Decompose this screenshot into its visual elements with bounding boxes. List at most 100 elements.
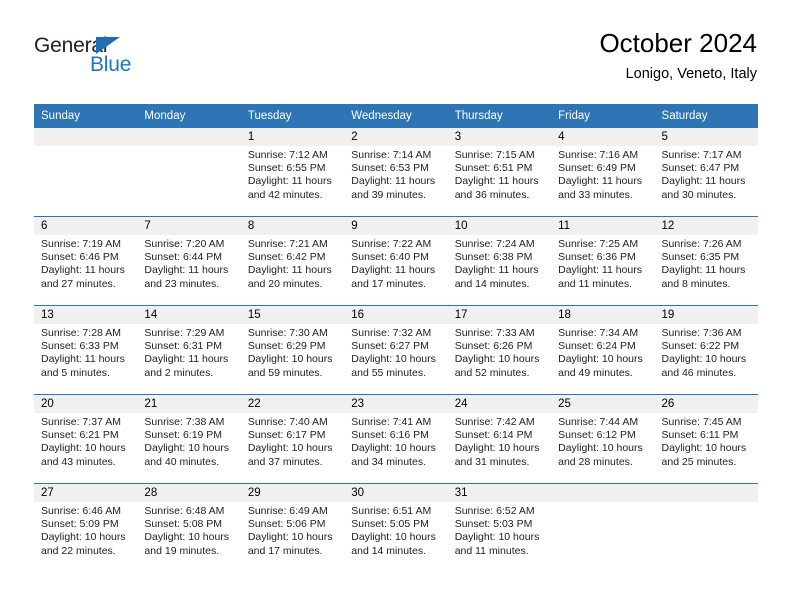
day-details: Sunrise: 6:48 AM Sunset: 5:08 PM Daylight:…	[137, 502, 240, 558]
day-cell[interactable]: 31 Sunrise: 6:52 AM Sunset: 5:03 PM Dayligh…	[447, 484, 552, 572]
day-details: Sunrise: 7:30 AM Sunset: 6:29 PM Daylight:…	[241, 324, 344, 380]
calendar-cell: 8 Sunrise: 7:21 AM Sunset: 6:42 PM Daylight…	[240, 216, 345, 306]
day-number: 18	[551, 306, 655, 324]
sunset-text: Sunset: 6:42 PM	[247, 251, 326, 264]
day-number: 12	[654, 217, 758, 235]
calendar-week-row: 6 Sunrise: 7:19 AM Sunset: 6:46 PM Daylight…	[34, 216, 758, 306]
calendar-week-row: 20 Sunrise: 7:37 AM Sunset: 6:21 PM Dayligh…	[34, 394, 758, 484]
daylight-text: Daylight: 11 hours and 27 minutes.	[41, 264, 125, 290]
sunrise-text: Sunrise: 6:52 AM	[454, 505, 535, 517]
day-cell[interactable]: 4 Sunrise: 7:16 AM Sunset: 6:49 PM Daylight…	[551, 128, 655, 216]
day-cell-empty	[654, 484, 758, 572]
day-cell[interactable]: 9 Sunrise: 7:22 AM Sunset: 6:40 PM Daylight…	[344, 217, 448, 305]
day-number: 11	[551, 217, 655, 235]
daylight-text: Daylight: 11 hours and 33 minutes.	[558, 175, 642, 201]
day-cell[interactable]: 27 Sunrise: 6:46 AM Sunset: 5:09 PM Dayligh…	[34, 484, 138, 572]
day-details: Sunrise: 7:45 AM Sunset: 6:11 PM Daylight:…	[655, 413, 758, 469]
page-title: October 2024	[599, 28, 757, 58]
day-cell[interactable]: 20 Sunrise: 7:37 AM Sunset: 6:21 PM Dayligh…	[34, 395, 138, 483]
daylight-text: Daylight: 10 hours and 31 minutes.	[454, 442, 540, 468]
day-cell[interactable]: 8 Sunrise: 7:21 AM Sunset: 6:42 PM Daylight…	[240, 217, 345, 305]
day-cell[interactable]: 17 Sunrise: 7:33 AM Sunset: 6:26 PM Dayligh…	[447, 306, 552, 394]
sunset-text: Sunset: 6:11 PM	[661, 429, 739, 442]
daylight-text: Daylight: 11 hours and 17 minutes.	[351, 264, 436, 290]
calendar-cell: 22 Sunrise: 7:40 AM Sunset: 6:17 PM Dayligh…	[240, 394, 345, 484]
day-number: 4	[551, 128, 655, 146]
day-details: Sunrise: 7:44 AM Sunset: 6:12 PM Daylight:…	[551, 413, 654, 469]
day-cell[interactable]: 21 Sunrise: 7:38 AM Sunset: 6:19 PM Dayligh…	[137, 395, 241, 483]
sunrise-text: Sunrise: 7:24 AM	[454, 238, 535, 250]
day-cell[interactable]: 18 Sunrise: 7:34 AM Sunset: 6:24 PM Dayligh…	[551, 306, 655, 394]
day-number: 23	[344, 395, 448, 413]
day-cell[interactable]: 12 Sunrise: 7:26 AM Sunset: 6:35 PM Dayligh…	[654, 217, 758, 305]
calendar-cell: 11 Sunrise: 7:25 AM Sunset: 6:36 PM Dayligh…	[551, 216, 655, 306]
sunset-text: Sunset: 6:44 PM	[144, 251, 223, 264]
day-details: Sunrise: 7:12 AM Sunset: 6:55 PM Daylight:…	[241, 146, 344, 202]
calendar-cell: 2 Sunrise: 7:14 AM Sunset: 6:53 PM Daylight…	[344, 128, 448, 217]
title-block: October 2024 Lonigo, Veneto, Italy	[599, 28, 757, 84]
day-cell[interactable]: 14 Sunrise: 7:29 AM Sunset: 6:31 PM Dayligh…	[137, 306, 241, 394]
day-cell[interactable]: 7 Sunrise: 7:20 AM Sunset: 6:44 PM Daylight…	[137, 217, 241, 305]
day-cell[interactable]: 28 Sunrise: 6:48 AM Sunset: 5:08 PM Dayligh…	[137, 484, 241, 572]
day-cell[interactable]: 5 Sunrise: 7:17 AM Sunset: 6:47 PM Daylight…	[654, 128, 758, 216]
calendar-cell	[551, 483, 655, 572]
sunrise-text: Sunrise: 6:46 AM	[41, 505, 121, 517]
day-number: 5	[654, 128, 758, 146]
sunset-text: Sunset: 6:19 PM	[144, 429, 223, 442]
day-cell[interactable]: 26 Sunrise: 7:45 AM Sunset: 6:11 PM Dayligh…	[654, 395, 758, 483]
day-cell[interactable]: 1 Sunrise: 7:12 AM Sunset: 6:55 PM Daylight…	[240, 128, 345, 216]
day-details: Sunrise: 7:40 AM Sunset: 6:17 PM Daylight:…	[241, 413, 344, 469]
sunset-text: Sunset: 6:16 PM	[351, 429, 429, 442]
day-cell[interactable]: 24 Sunrise: 7:42 AM Sunset: 6:14 PM Dayligh…	[447, 395, 552, 483]
calendar-cell	[654, 483, 758, 572]
day-cell[interactable]: 23 Sunrise: 7:41 AM Sunset: 6:16 PM Dayligh…	[344, 395, 448, 483]
day-details: Sunrise: 7:42 AM Sunset: 6:14 PM Daylight:…	[448, 413, 551, 469]
day-cell[interactable]: 10 Sunrise: 7:24 AM Sunset: 6:38 PM Dayligh…	[447, 217, 552, 305]
day-number: 19	[654, 306, 758, 324]
calendar-cell: 17 Sunrise: 7:33 AM Sunset: 6:26 PM Dayligh…	[447, 305, 552, 395]
day-cell[interactable]: 25 Sunrise: 7:44 AM Sunset: 6:12 PM Dayligh…	[551, 395, 655, 483]
general-blue-logo[interactable]: General Blue	[34, 35, 194, 85]
day-cell[interactable]: 11 Sunrise: 7:25 AM Sunset: 6:36 PM Dayligh…	[551, 217, 655, 305]
sunset-text: Sunset: 6:26 PM	[454, 340, 533, 353]
day-cell[interactable]: 29 Sunrise: 6:49 AM Sunset: 5:06 PM Dayligh…	[240, 484, 345, 572]
day-header-thursday: Thursday	[447, 104, 552, 128]
day-details: Sunrise: 7:36 AM Sunset: 6:22 PM Daylight:…	[655, 324, 758, 380]
day-header-saturday: Saturday	[654, 104, 758, 128]
day-cell[interactable]: 13 Sunrise: 7:28 AM Sunset: 6:33 PM Dayligh…	[34, 306, 138, 394]
day-cell[interactable]: 19 Sunrise: 7:36 AM Sunset: 6:22 PM Dayligh…	[654, 306, 758, 394]
day-cell[interactable]: 3 Sunrise: 7:15 AM Sunset: 6:51 PM Daylight…	[447, 128, 552, 216]
calendar-cell: 9 Sunrise: 7:22 AM Sunset: 6:40 PM Daylight…	[344, 216, 448, 306]
sunset-text: Sunset: 6:47 PM	[661, 162, 740, 175]
calendar-cell: 21 Sunrise: 7:38 AM Sunset: 6:19 PM Dayligh…	[137, 394, 241, 484]
sunset-text: Sunset: 6:29 PM	[247, 340, 326, 353]
calendar-cell: 13 Sunrise: 7:28 AM Sunset: 6:33 PM Dayligh…	[34, 305, 138, 395]
daylight-text: Daylight: 11 hours and 36 minutes.	[454, 175, 539, 201]
calendar-cell: 16 Sunrise: 7:32 AM Sunset: 6:27 PM Dayligh…	[344, 305, 448, 395]
sunrise-text: Sunrise: 7:12 AM	[247, 149, 328, 161]
day-number: 30	[344, 484, 448, 502]
day-details: Sunrise: 6:51 AM Sunset: 5:05 PM Daylight:…	[344, 502, 447, 558]
calendar-cell: 25 Sunrise: 7:44 AM Sunset: 6:12 PM Dayligh…	[551, 394, 655, 484]
day-cell[interactable]: 6 Sunrise: 7:19 AM Sunset: 6:46 PM Daylight…	[34, 217, 138, 305]
day-header-tuesday: Tuesday	[240, 104, 345, 128]
sunset-text: Sunset: 5:03 PM	[454, 518, 533, 531]
day-cell[interactable]: 22 Sunrise: 7:40 AM Sunset: 6:17 PM Dayligh…	[240, 395, 345, 483]
day-cell[interactable]: 30 Sunrise: 6:51 AM Sunset: 5:05 PM Dayligh…	[344, 484, 448, 572]
day-cell[interactable]: 16 Sunrise: 7:32 AM Sunset: 6:27 PM Dayligh…	[344, 306, 448, 394]
daylight-text: Daylight: 10 hours and 49 minutes.	[558, 353, 643, 379]
day-details: Sunrise: 6:52 AM Sunset: 5:03 PM Daylight:…	[448, 502, 551, 558]
day-number: 2	[344, 128, 448, 146]
sunrise-text: Sunrise: 7:40 AM	[247, 416, 328, 428]
sunset-text: Sunset: 6:55 PM	[247, 162, 326, 175]
daylight-text: Daylight: 10 hours and 40 minutes.	[144, 442, 230, 468]
sunset-text: Sunset: 5:05 PM	[351, 518, 429, 531]
calendar-cell: 5 Sunrise: 7:17 AM Sunset: 6:47 PM Daylight…	[654, 128, 758, 217]
sunrise-text: Sunrise: 7:22 AM	[351, 238, 432, 250]
sunset-text: Sunset: 6:31 PM	[144, 340, 223, 353]
sunrise-text: Sunrise: 7:41 AM	[351, 416, 432, 428]
day-cell[interactable]: 2 Sunrise: 7:14 AM Sunset: 6:53 PM Daylight…	[344, 128, 448, 216]
day-details: Sunrise: 7:24 AM Sunset: 6:38 PM Daylight:…	[448, 235, 551, 291]
day-details: Sunrise: 7:19 AM Sunset: 6:46 PM Daylight:…	[34, 235, 137, 291]
day-cell[interactable]: 15 Sunrise: 7:30 AM Sunset: 6:29 PM Dayligh…	[240, 306, 345, 394]
